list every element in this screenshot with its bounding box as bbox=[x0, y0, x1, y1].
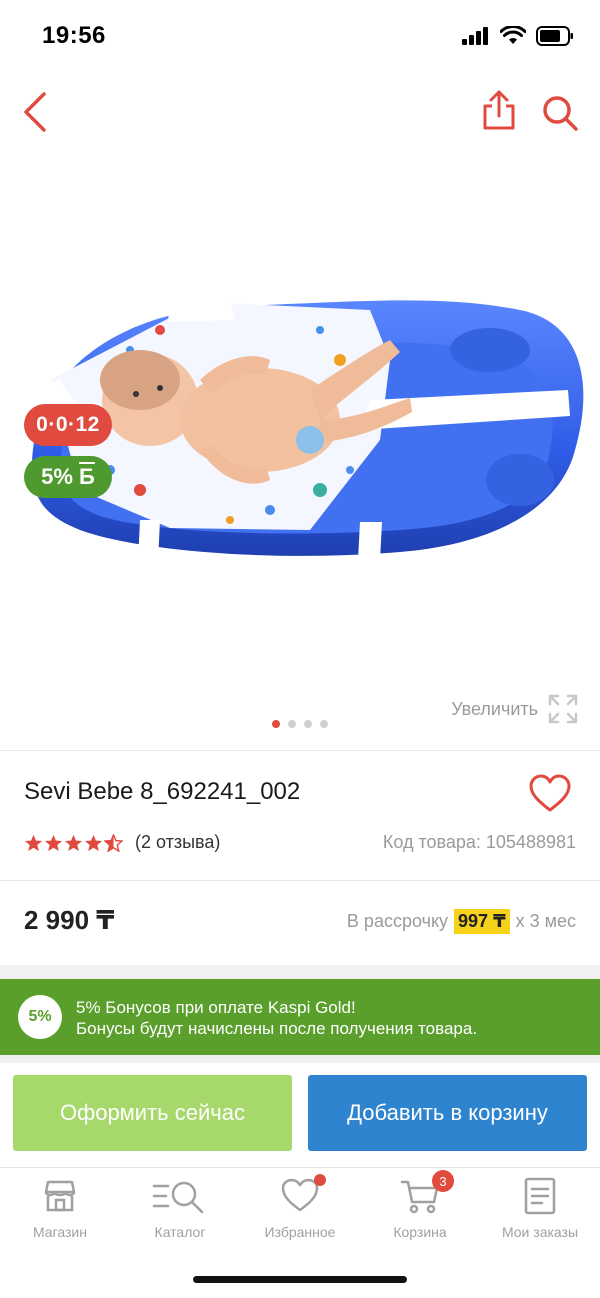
rating-stars bbox=[24, 833, 123, 852]
bonus-banner[interactable]: 5% 5% Бонусов при оплате Kaspi Gold! Бон… bbox=[0, 979, 600, 1055]
nav-bar bbox=[0, 74, 600, 150]
search-icon[interactable] bbox=[540, 90, 580, 134]
star-icon bbox=[44, 834, 63, 851]
product-title: Sevi Bebe 8_692241_002 bbox=[24, 778, 301, 805]
zoom-label: Увеличить bbox=[451, 698, 538, 719]
tab-icon-wrap bbox=[280, 1174, 326, 1216]
gallery-dot[interactable] bbox=[320, 720, 328, 728]
bonus-circle: 5% bbox=[18, 995, 62, 1039]
wifi-icon bbox=[500, 26, 526, 44]
tab-label: Мои заказы bbox=[501, 1224, 579, 1240]
star-icon bbox=[84, 834, 103, 851]
installment-badge: 0·0·12 bbox=[24, 404, 112, 446]
tab-orders[interactable]: Мои заказы bbox=[480, 1176, 600, 1246]
installment-prefix: В рассрочку bbox=[346, 911, 449, 931]
signal-icon bbox=[462, 27, 488, 45]
status-icons bbox=[462, 26, 574, 46]
divider bbox=[0, 750, 600, 751]
back-arrow-icon[interactable] bbox=[18, 90, 58, 134]
bonus-badge-mark: Б bbox=[79, 464, 95, 489]
share-icon[interactable] bbox=[480, 88, 518, 132]
bonus-line-1: 5% Бонусов при оплате Kaspi Gold! bbox=[76, 998, 356, 1017]
gallery-dot[interactable] bbox=[304, 720, 312, 728]
status-bar: 19:56 bbox=[0, 0, 600, 74]
installment-info: В рассрочку 997 ₸ х 3 мес bbox=[347, 909, 576, 934]
rating[interactable]: (2 отзыва) bbox=[24, 832, 220, 853]
gallery-dots bbox=[0, 720, 600, 728]
star-icon bbox=[64, 834, 83, 851]
cart-count-badge: 3 bbox=[432, 1170, 454, 1192]
product-gallery[interactable]: 0·0·12 5% Б Увеличить bbox=[0, 150, 600, 750]
tab-icon-wrap: 3 bbox=[400, 1170, 454, 1216]
tab-label: Избранное bbox=[264, 1224, 336, 1240]
installment-amount: 997 ₸ bbox=[454, 909, 510, 934]
buy-now-button[interactable]: Оформить сейчас bbox=[13, 1075, 292, 1151]
product-price: 2 990 ₸ bbox=[24, 905, 115, 935]
favorite-heart-icon[interactable] bbox=[528, 774, 572, 814]
home-indicator bbox=[193, 1276, 407, 1283]
battery-icon bbox=[536, 26, 573, 46]
tab-label: Корзина bbox=[393, 1224, 447, 1240]
bonus-badge-percent: 5% bbox=[41, 464, 73, 489]
product-sku: Код товара: 105488981 bbox=[382, 832, 576, 852]
tab-cart[interactable]: 3 Корзина bbox=[360, 1170, 480, 1246]
tab-label: Магазин bbox=[32, 1224, 87, 1240]
section-gap bbox=[0, 965, 600, 979]
half-star-icon bbox=[104, 833, 123, 852]
orders-icon bbox=[524, 1177, 556, 1215]
section-gap bbox=[0, 1055, 600, 1063]
notification-dot bbox=[314, 1174, 326, 1186]
tab-store[interactable]: Магазин bbox=[0, 1176, 120, 1246]
gallery-dot[interactable] bbox=[288, 720, 296, 728]
installment-suffix: х 3 мес bbox=[515, 911, 576, 931]
tab-favorites[interactable]: Избранное bbox=[240, 1174, 360, 1246]
reviews-count[interactable]: (2 отзыва) bbox=[135, 832, 220, 853]
tab-catalog[interactable]: Каталог bbox=[120, 1176, 240, 1246]
bonus-line-2: Бонусы будут начислены после получения т… bbox=[76, 1019, 478, 1038]
add-to-cart-button[interactable]: Добавить в корзину bbox=[308, 1075, 587, 1151]
action-buttons: Оформить сейчас Добавить в корзину bbox=[0, 1063, 600, 1167]
catalog-icon bbox=[152, 1181, 204, 1214]
status-time: 19:56 bbox=[42, 22, 106, 49]
bonus-badge: 5% Б bbox=[24, 456, 112, 498]
price-block: 2 990 ₸ В рассрочку 997 ₸ х 3 мес bbox=[0, 881, 600, 965]
store-icon bbox=[44, 1180, 76, 1212]
product-info: Sevi Bebe 8_692241_002 (2 отзыва) Код то… bbox=[0, 752, 600, 880]
gallery-dot[interactable] bbox=[272, 720, 280, 728]
bonus-text: 5% Бонусов при оплате Kaspi Gold! Бонусы… bbox=[76, 997, 477, 1039]
star-icon bbox=[24, 834, 43, 851]
tab-label: Каталог bbox=[154, 1224, 206, 1240]
